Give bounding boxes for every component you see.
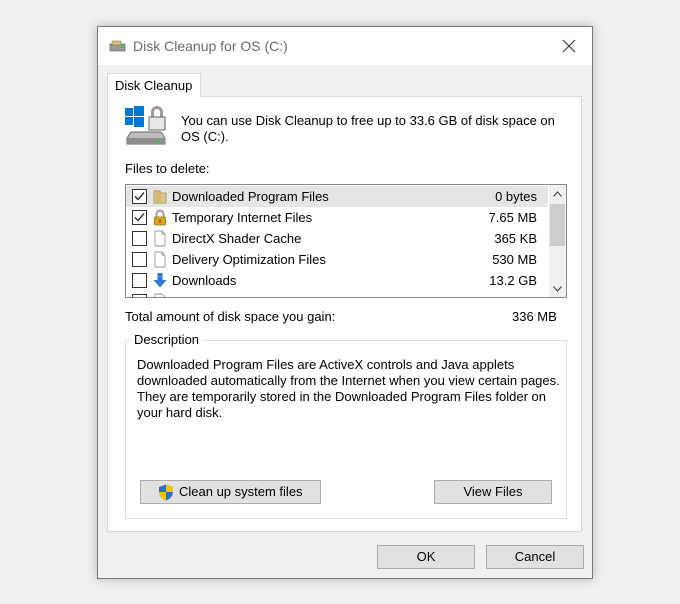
list-item[interactable]: Temporary Internet Files 7.65 MB — [126, 207, 548, 228]
disk-cleanup-dialog: Disk Cleanup for OS (C:) Disk Cleanup Yo… — [97, 26, 593, 579]
file-icon — [154, 251, 166, 268]
lock-icon — [154, 209, 166, 226]
file-size: 0 bytes — [495, 189, 537, 204]
intro-text: You can use Disk Cleanup to free up to 3… — [181, 113, 555, 144]
list-item[interactable] — [126, 291, 548, 297]
file-checkbox[interactable] — [132, 231, 147, 246]
disk-cleanup-app-icon — [109, 40, 126, 52]
list-item[interactable]: Downloads 13.2 GB — [126, 270, 548, 291]
list-item[interactable]: Downloaded Program Files 0 bytes — [126, 186, 548, 207]
cancel-button[interactable]: Cancel — [486, 545, 584, 569]
clean-up-system-files-button[interactable]: Clean up system files — [140, 480, 321, 504]
file-checkbox[interactable] — [132, 252, 147, 267]
list-item[interactable]: Delivery Optimization Files 530 MB — [126, 249, 548, 270]
file-checkbox[interactable] — [132, 210, 147, 225]
close-button[interactable] — [546, 27, 592, 65]
window-title: Disk Cleanup for OS (C:) — [133, 38, 288, 54]
tab-label: Disk Cleanup — [115, 78, 193, 93]
file-name: DirectX Shader Cache — [172, 231, 302, 246]
file-size: 13.2 GB — [489, 273, 537, 288]
chevron-up-icon — [553, 190, 562, 197]
file-name: Downloads — [172, 273, 237, 288]
ok-button[interactable]: OK — [377, 545, 475, 569]
file-checkbox[interactable] — [132, 273, 147, 288]
folder-icon — [153, 190, 167, 204]
cleanup-button-label: Clean up system files — [179, 484, 303, 499]
description-legend: Description — [131, 332, 203, 347]
file-checkbox[interactable] — [132, 294, 147, 297]
total-gain-value: 336 MB — [512, 309, 557, 324]
scroll-down-button[interactable] — [549, 280, 566, 297]
tab-disk-cleanup[interactable]: Disk Cleanup — [107, 73, 201, 97]
files-list[interactable]: Downloaded Program Files 0 bytes Tempora… — [125, 184, 567, 298]
checkmark-icon — [134, 192, 145, 201]
checkmark-icon — [134, 213, 145, 222]
file-icon — [154, 230, 166, 247]
close-icon — [562, 39, 576, 53]
list-scrollbar[interactable] — [549, 185, 566, 297]
title-bar[interactable]: Disk Cleanup for OS (C:) — [98, 27, 592, 65]
file-name: Delivery Optimization Files — [172, 252, 326, 267]
file-size: 365 KB — [494, 231, 537, 246]
description-text: Downloaded Program Files are ActiveX con… — [137, 357, 560, 420]
shield-icon — [159, 484, 173, 501]
view-files-button[interactable]: View Files — [434, 480, 552, 504]
files-to-delete-label: Files to delete: — [125, 161, 210, 176]
scroll-thumb[interactable] — [550, 204, 565, 246]
total-gain-label: Total amount of disk space you gain: — [125, 309, 336, 324]
file-checkbox[interactable] — [132, 189, 147, 204]
file-name: Temporary Internet Files — [172, 210, 313, 225]
file-name: Downloaded Program Files — [172, 189, 329, 204]
description-group: Description Downloaded Program Files are… — [125, 332, 567, 519]
file-size: 7.65 MB — [488, 210, 537, 225]
scroll-up-button[interactable] — [549, 185, 566, 202]
tab-panel: You can use Disk Cleanup to free up to 3… — [107, 96, 582, 532]
file-icon — [154, 293, 166, 297]
download-arrow-icon — [153, 273, 167, 288]
list-item[interactable]: DirectX Shader Cache 365 KB — [126, 228, 548, 249]
file-size: 530 MB — [492, 252, 537, 267]
chevron-down-icon — [553, 285, 562, 292]
drive-cleanup-icon — [125, 106, 166, 145]
